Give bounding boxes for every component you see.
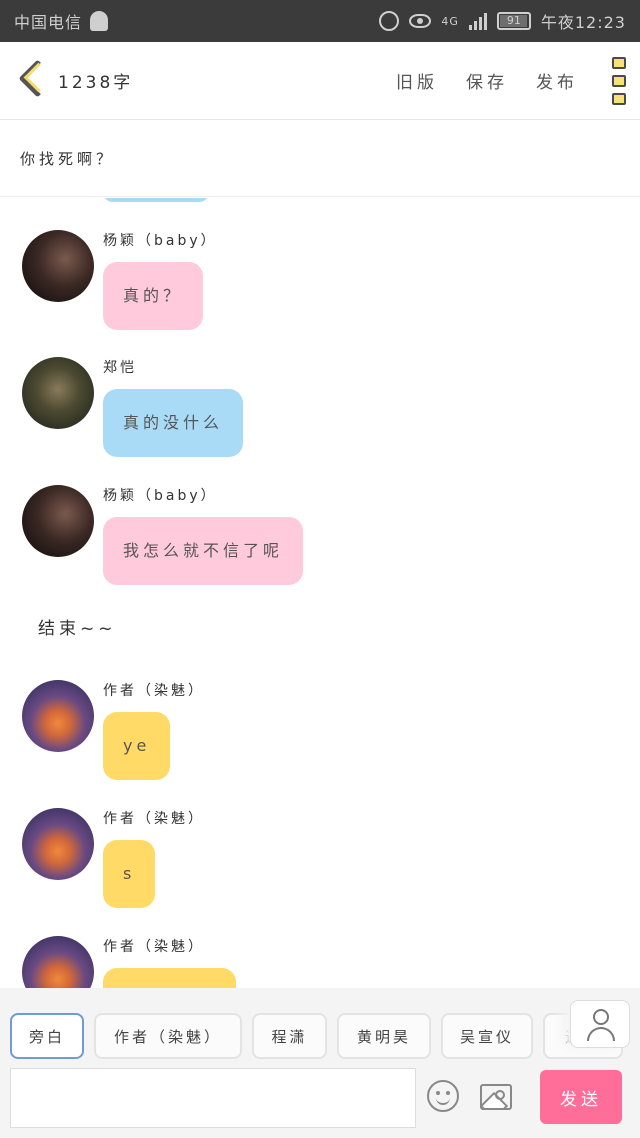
chat-message[interactable]: 杨颖（baby） 我怎么就不信了呢 [22, 485, 304, 585]
avatar [22, 485, 94, 557]
narration-text[interactable]: 结束~~ [38, 614, 117, 639]
network-label: 4G [441, 14, 459, 28]
role-huang-minghao[interactable]: 黄明昊 [337, 1013, 431, 1059]
image-icon[interactable] [480, 1084, 512, 1110]
avatar [22, 357, 94, 429]
speaker-name: 作者（染魅） [103, 939, 205, 955]
message-bubble[interactable]: 真的？ [103, 262, 204, 330]
story-topic[interactable]: 你找死啊？ [0, 121, 640, 197]
avatar [22, 808, 94, 880]
menu-icon[interactable] [612, 56, 626, 105]
speaker-name: 作者（染魅） [103, 811, 205, 827]
carrier-label: 中国电信 [14, 13, 83, 32]
user-icon[interactable] [570, 1000, 630, 1048]
status-bar: 中国电信 4G 91 午夜12:23 [0, 0, 640, 42]
word-count-title: 1238字 [58, 73, 134, 93]
chat-message[interactable]: 作者（染魅） [22, 936, 236, 988]
message-bubble[interactable]: ye [103, 712, 171, 780]
compose-panel: 旁白 作者（染魅） 程潇 黄明昊 吴宣仪 迪 发送 [0, 988, 640, 1138]
chat-area[interactable]: 杨颖（baby） 真的？ 郑恺 真的没什么 杨颖（baby） 我怎么就不信了呢 … [0, 198, 640, 988]
role-wu-xuanyi[interactable]: 吴宣仪 [441, 1013, 533, 1059]
chat-message[interactable]: 郑恺 真的没什么 [22, 357, 244, 457]
avatar [22, 680, 94, 752]
chat-message[interactable]: 作者（染魅） s [22, 808, 205, 908]
avatar [22, 230, 94, 302]
clock: 午夜12:23 [540, 13, 626, 32]
signal-icon [468, 12, 487, 30]
speaker-name: 杨颖（baby） [103, 488, 218, 504]
back-icon[interactable] [14, 59, 50, 103]
alarm-icon [379, 11, 400, 31]
chat-message[interactable]: 杨颖（baby） 真的？ [22, 230, 218, 330]
chat-message[interactable]: 作者（染魅） ye [22, 680, 205, 780]
role-narrator[interactable]: 旁白 [10, 1013, 84, 1059]
editor-header: 1238字 旧版 保存 发布 [0, 42, 640, 120]
emoji-icon[interactable] [427, 1080, 459, 1112]
save-button[interactable]: 保存 [466, 68, 508, 93]
message-bubble[interactable]: 我怎么就不信了呢 [103, 517, 304, 585]
avatar [22, 936, 94, 988]
send-button[interactable]: 发送 [540, 1070, 622, 1124]
old-version-button[interactable]: 旧版 [396, 68, 438, 93]
qq-icon [90, 11, 109, 31]
message-bubble[interactable]: 真的没什么 [103, 389, 244, 457]
speaker-name: 作者（染魅） [103, 683, 205, 699]
speaker-name: 郑恺 [103, 360, 137, 376]
role-selector[interactable]: 旁白 作者（染魅） 程潇 黄明昊 吴宣仪 迪 [0, 1008, 640, 1060]
battery-icon: 91 [496, 12, 531, 30]
message-bubble-partial [103, 198, 209, 202]
header-actions: 旧版 保存 发布 [396, 68, 578, 93]
publish-button[interactable]: 发布 [536, 68, 578, 93]
message-input[interactable] [10, 1068, 416, 1128]
message-bubble[interactable] [103, 968, 236, 988]
role-cheng-xiao[interactable]: 程潇 [252, 1013, 327, 1059]
role-author[interactable]: 作者（染魅） [94, 1013, 242, 1059]
eye-icon [409, 14, 432, 28]
message-bubble[interactable]: s [103, 840, 156, 908]
speaker-name: 杨颖（baby） [103, 233, 218, 249]
